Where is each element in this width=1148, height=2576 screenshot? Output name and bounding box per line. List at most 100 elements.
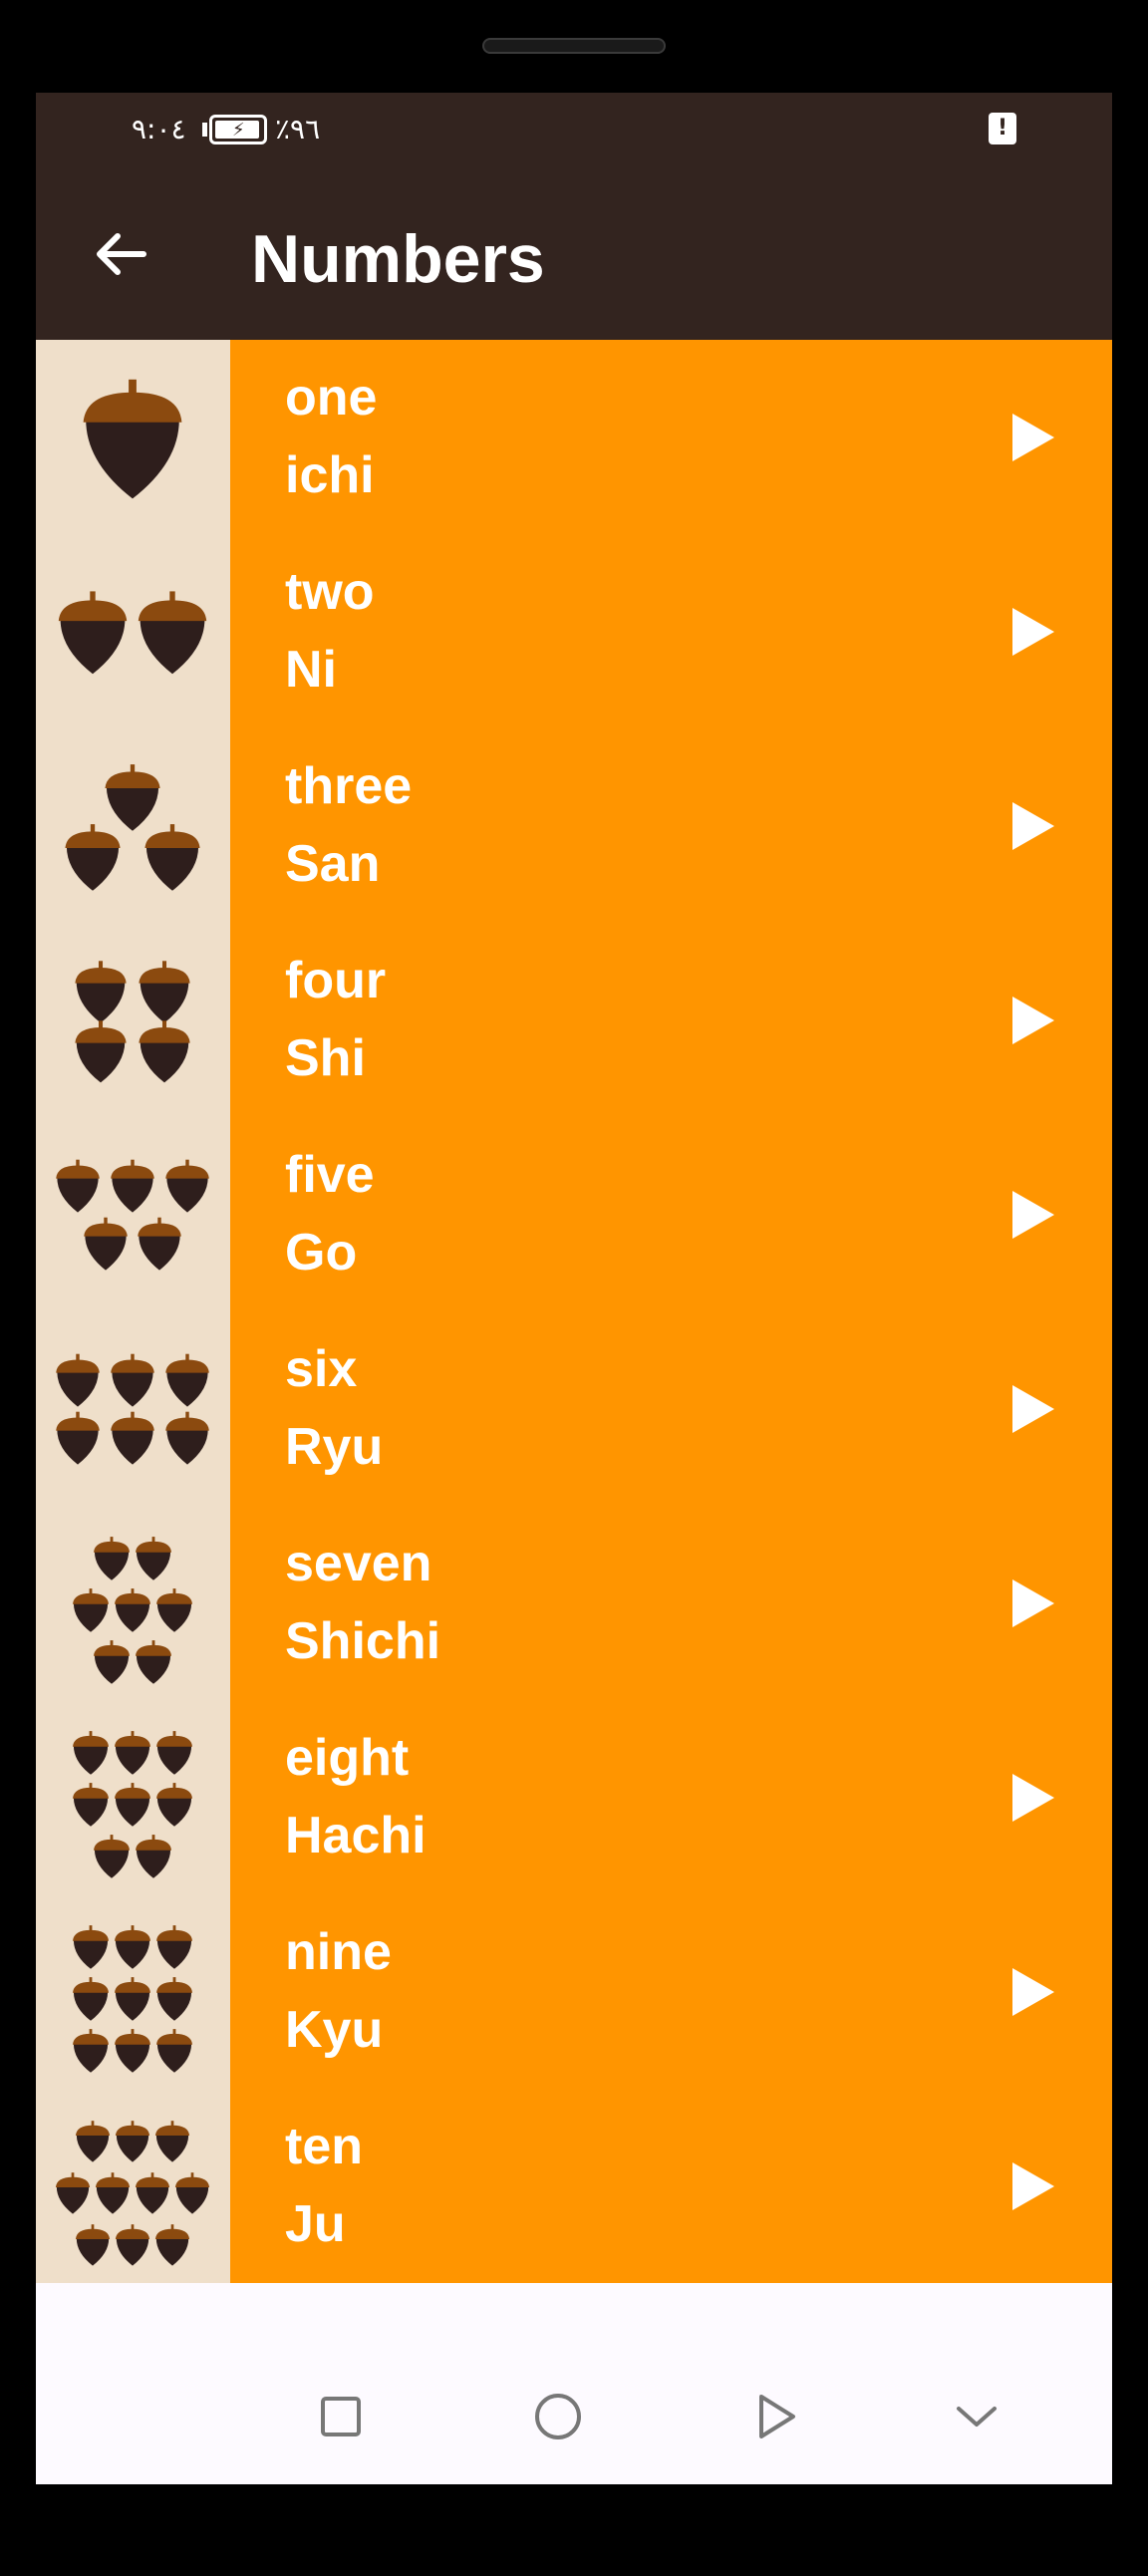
acorn-icon — [105, 764, 160, 831]
play-button[interactable] — [1003, 991, 1062, 1050]
acorn-icon — [114, 1783, 151, 1827]
english-word: six — [285, 1340, 358, 1398]
play-button[interactable] — [1003, 1574, 1062, 1633]
acorn-icon — [56, 1411, 100, 1465]
acorn-group-icon — [65, 764, 200, 891]
acorn-icon — [56, 1353, 100, 1407]
number-row[interactable]: five Go — [36, 1117, 1112, 1311]
acorn-icon — [72, 1925, 110, 1969]
japanese-word: San — [285, 835, 381, 893]
acorn-icon — [72, 1977, 110, 2021]
acorn-group-icon — [72, 1537, 193, 1684]
acorn-group-icon — [72, 1925, 193, 2073]
acorn-icon — [135, 1640, 172, 1684]
acorn-icon — [114, 1588, 151, 1632]
number-image — [36, 1311, 230, 1506]
acorn-icon — [174, 2172, 210, 2214]
back-nav-button[interactable] — [739, 2381, 811, 2452]
acorn-group-icon — [55, 2121, 210, 2266]
earpiece-speaker — [482, 38, 666, 54]
japanese-word: Go — [285, 1224, 358, 1282]
acorn-icon — [55, 2172, 91, 2214]
acorn-icon — [114, 1731, 151, 1775]
japanese-word: Kyu — [285, 2001, 384, 2059]
english-word: five — [285, 1146, 375, 1204]
number-image — [36, 2089, 230, 2283]
acorn-icon — [58, 591, 128, 675]
acorn-icon — [115, 2224, 150, 2266]
play-icon — [1012, 1385, 1054, 1433]
play-button[interactable] — [1003, 1379, 1062, 1439]
number-image — [36, 1700, 230, 1894]
acorn-group-icon — [83, 379, 182, 499]
status-time: ٩:٠٤ — [132, 113, 186, 145]
play-button[interactable] — [1003, 796, 1062, 856]
acorn-icon — [93, 1640, 131, 1684]
acorn-icon — [115, 2121, 150, 2162]
play-icon — [1012, 2162, 1054, 2210]
acorn-icon — [139, 961, 190, 1023]
english-word: two — [285, 563, 375, 621]
play-button[interactable] — [1003, 1185, 1062, 1245]
acorn-icon — [83, 379, 182, 499]
battery-icon: ⚡ — [209, 115, 267, 144]
play-icon — [1012, 1968, 1054, 2016]
triangle-back-icon — [759, 2395, 795, 2438]
back-button[interactable] — [82, 216, 161, 296]
acorn-icon — [75, 2121, 111, 2162]
acorn-icon — [154, 2224, 190, 2266]
english-word: four — [285, 952, 387, 1009]
english-word: ten — [285, 2118, 363, 2175]
play-button[interactable] — [1003, 602, 1062, 662]
acorn-icon — [111, 1159, 154, 1213]
play-button[interactable] — [1003, 1768, 1062, 1828]
number-row[interactable]: three San — [36, 728, 1112, 923]
system-nav-bar — [36, 2349, 1112, 2484]
recents-button[interactable] — [305, 2381, 377, 2452]
home-button[interactable] — [522, 2381, 594, 2452]
acorn-icon — [144, 824, 200, 891]
square-recents-icon — [321, 2397, 361, 2436]
play-button[interactable] — [1003, 2156, 1062, 2216]
english-word: seven — [285, 1535, 432, 1592]
number-row[interactable]: seven Shichi — [36, 1506, 1112, 1700]
hide-nav-button[interactable] — [941, 2381, 1012, 2452]
play-button[interactable] — [1003, 408, 1062, 467]
acorn-icon — [72, 1588, 110, 1632]
acorn-icon — [135, 1835, 172, 1878]
play-icon — [1012, 1774, 1054, 1822]
acorn-icon — [75, 2224, 111, 2266]
status-bar: ٩:٠٤ ⚡ ٪٩٦ ! — [36, 93, 1112, 172]
play-button[interactable] — [1003, 1962, 1062, 2022]
japanese-word: Hachi — [285, 1807, 427, 1864]
number-image — [36, 340, 230, 534]
number-row[interactable]: nine Kyu — [36, 1894, 1112, 2089]
screen: ٩:٠٤ ⚡ ٪٩٦ ! Numbers one ichi two Ni thr… — [36, 93, 1112, 2484]
english-word: eight — [285, 1729, 410, 1787]
play-icon — [1012, 1579, 1054, 1627]
english-word: three — [285, 757, 413, 815]
acorn-icon — [111, 1411, 154, 1465]
chevron-down-icon — [957, 2407, 997, 2427]
play-icon — [1012, 802, 1054, 850]
acorn-icon — [135, 2172, 170, 2214]
number-row[interactable]: eight Hachi — [36, 1700, 1112, 1894]
numbers-list: one ichi two Ni three San four Shi five … — [36, 340, 1112, 2283]
number-row[interactable]: six Ryu — [36, 1311, 1112, 1506]
play-icon — [1012, 608, 1054, 656]
play-icon — [1012, 414, 1054, 461]
number-row[interactable]: ten Ju — [36, 2089, 1112, 2283]
play-icon — [1012, 1191, 1054, 1239]
charging-bolt-icon: ⚡ — [232, 120, 245, 141]
phone-frame: ٩:٠٤ ⚡ ٪٩٦ ! Numbers one ichi two Ni thr… — [0, 0, 1148, 2576]
acorn-icon — [75, 1020, 127, 1083]
battery-cap — [202, 123, 207, 137]
number-image — [36, 1117, 230, 1311]
number-row[interactable]: two Ni — [36, 534, 1112, 728]
circle-home-icon — [535, 2394, 581, 2439]
number-row[interactable]: four Shi — [36, 923, 1112, 1117]
sim-alert-icon: ! — [989, 113, 1016, 144]
acorn-icon — [155, 1588, 193, 1632]
number-row[interactable]: one ichi — [36, 340, 1112, 534]
acorn-icon — [165, 1353, 209, 1407]
